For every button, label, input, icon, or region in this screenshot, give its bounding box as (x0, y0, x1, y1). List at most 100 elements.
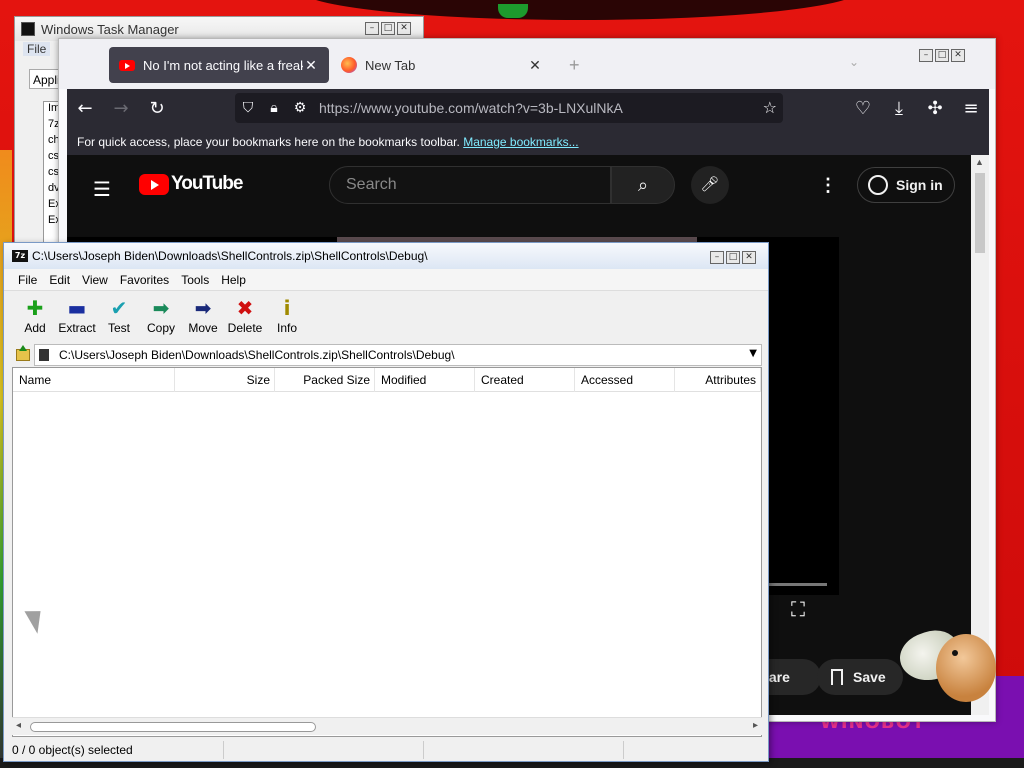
sign-in-button[interactable]: Sign in (857, 167, 955, 203)
back-arrow-icon[interactable]: ← (67, 93, 103, 123)
shield-icon[interactable]: ⛉ (235, 100, 261, 116)
column-header-attributes[interactable]: Attributes (675, 368, 761, 392)
youtube-icon (119, 59, 135, 71)
video-progress-bar[interactable] (769, 583, 827, 586)
menu-file[interactable]: File (12, 273, 43, 287)
url-bar[interactable]: ⛉ 🔒︎ ⚙ https://www.youtube.com/watch?v=3… (235, 93, 783, 123)
toolbar-right: ♡ ⤓ ✣ ≡ (845, 93, 989, 123)
minus-icon: ▬ (67, 296, 87, 320)
maximize-button[interactable]: □ (381, 22, 395, 35)
copy-button[interactable]: ➡ Copy (140, 291, 182, 341)
column-header-packed-size[interactable]: Packed Size (275, 368, 375, 392)
scroll-thumb[interactable] (30, 722, 316, 732)
toolbar-label: Move (188, 321, 218, 335)
pocket-icon[interactable]: ♡ (845, 93, 881, 123)
column-header-created[interactable]: Created (475, 368, 575, 392)
new-tab-button[interactable]: + (569, 55, 580, 76)
7zip-logo-icon: 7z (12, 250, 28, 262)
firefox-icon (341, 57, 357, 73)
column-header-name[interactable]: Name (13, 368, 175, 392)
test-button[interactable]: ✔ Test (98, 291, 140, 341)
maximize-button[interactable]: □ (935, 49, 949, 62)
save-button[interactable]: Save (817, 659, 903, 695)
tab-new-tab[interactable]: New Tab ✕ (331, 47, 553, 83)
close-button[interactable]: ✕ (742, 251, 756, 264)
maximize-button[interactable]: □ (726, 251, 740, 264)
menu-file[interactable]: File (23, 42, 51, 56)
close-button[interactable]: ✕ (397, 22, 411, 35)
path-combobox[interactable]: C:\Users\Joseph Biden\Downloads\ShellCon… (34, 344, 762, 366)
youtube-logo[interactable]: YouTube (139, 173, 243, 195)
scroll-thumb[interactable] (975, 173, 985, 253)
close-button[interactable]: ✕ (951, 49, 965, 62)
extensions-icon[interactable]: ✣ (917, 93, 953, 123)
navigation-toolbar: ← → ↻ ⛉ 🔒︎ ⚙ https://www.youtube.com/wat… (67, 89, 989, 127)
add-button[interactable]: ✚ Add (14, 291, 56, 341)
column-header-modified[interactable]: Modified (375, 368, 475, 392)
tab-label: No I'm not acting like a freak! - (143, 57, 303, 73)
microphone-icon[interactable]: 🎤︎ (691, 166, 729, 204)
scroll-left-arrow-icon[interactable]: ◂ (16, 720, 21, 731)
column-header: Name Size Packed Size Modified Created Access… (13, 368, 761, 392)
window-controls: – □ ✕ (365, 22, 411, 35)
lock-icon[interactable]: 🔒︎ (261, 100, 287, 116)
close-tab-icon[interactable]: ✕ (527, 57, 543, 74)
menu-hamburger-icon[interactable]: ≡ (953, 93, 989, 123)
copy-arrow-icon: ➡ (152, 296, 170, 320)
toolbar: ✚ Add ▬ Extract ✔ Test ➡ Copy ➡ Move ✖ Delete i Info (4, 291, 768, 341)
status-cell (224, 741, 424, 759)
guide-menu-icon[interactable]: ☰ (93, 177, 111, 201)
menu-edit[interactable]: Edit (43, 273, 76, 287)
column-header-size[interactable]: Size (175, 368, 275, 392)
list-all-tabs-icon[interactable]: ⌄ (849, 55, 859, 69)
minimize-button[interactable]: – (919, 49, 933, 62)
toolbar-label: Delete (227, 321, 263, 335)
minimize-button[interactable]: – (365, 22, 379, 35)
toolbar-label: Copy (146, 321, 175, 335)
fullscreen-icon[interactable]: ⛶ (791, 597, 813, 621)
7zip-titlebar[interactable]: 7z C:\Users\Joseph Biden\Downloads\Shell… (4, 243, 768, 269)
search-icon[interactable]: ⌕ (611, 166, 675, 204)
check-icon: ✔ (110, 296, 128, 320)
url-text[interactable]: https://www.youtube.com/watch?v=3b-LNXul… (319, 100, 623, 116)
account-icon (868, 175, 888, 195)
info-button[interactable]: i Info (266, 291, 308, 341)
window-controls: – □ ✕ (919, 49, 965, 62)
hamster-image (936, 634, 996, 702)
youtube-logo-text: YouTube (171, 173, 243, 194)
search-input[interactable]: Search (329, 166, 611, 204)
reload-icon[interactable]: ↻ (139, 93, 175, 123)
more-options-icon[interactable]: ⋮ (819, 175, 837, 196)
menu-tools[interactable]: Tools (175, 273, 215, 287)
tab-youtube[interactable]: No I'm not acting like a freak! - ✕ (109, 47, 329, 83)
tab-label: New Tab (365, 57, 416, 73)
close-tab-icon[interactable]: ✕ (303, 57, 319, 74)
7zip-window[interactable]: 7z C:\Users\Joseph Biden\Downloads\Shell… (3, 242, 769, 762)
folder-up-icon (16, 345, 30, 361)
downloads-icon[interactable]: ⤓ (881, 93, 917, 123)
menu-view[interactable]: View (76, 273, 114, 287)
bookmark-star-icon[interactable]: ☆ (763, 98, 777, 117)
status-cell (424, 741, 624, 759)
delete-button[interactable]: ✖ Delete (224, 291, 266, 341)
move-button[interactable]: ➡ Move (182, 291, 224, 341)
menu-help[interactable]: Help (215, 273, 252, 287)
manage-bookmarks-link[interactable]: Manage bookmarks... (463, 135, 578, 149)
file-list[interactable]: Name Size Packed Size Modified Created Access… (12, 367, 762, 737)
minimize-button[interactable]: – (710, 251, 724, 264)
menu-favorites[interactable]: Favorites (114, 273, 175, 287)
extract-button[interactable]: ▬ Extract (56, 291, 98, 341)
bookmarks-toolbar: For quick access, place your bookmarks h… (67, 127, 989, 155)
column-header-accessed[interactable]: Accessed (575, 368, 675, 392)
path-text[interactable]: C:\Users\Joseph Biden\Downloads\ShellCon… (59, 348, 455, 362)
bookmarks-hint: For quick access, place your bookmarks h… (77, 135, 460, 149)
dropdown-arrow-icon[interactable]: ▼ (749, 348, 757, 359)
permissions-icon[interactable]: ⚙ (287, 100, 313, 116)
horizontal-scrollbar[interactable]: ◂ ▸ (12, 717, 762, 735)
drive-icon (39, 349, 49, 361)
scroll-up-arrow-icon[interactable]: ▲ (975, 157, 984, 167)
scroll-right-arrow-icon[interactable]: ▸ (753, 720, 758, 731)
up-folder-button[interactable] (12, 345, 34, 365)
toolbar-label: Add (24, 321, 46, 335)
forward-arrow-icon[interactable]: → (103, 93, 139, 123)
